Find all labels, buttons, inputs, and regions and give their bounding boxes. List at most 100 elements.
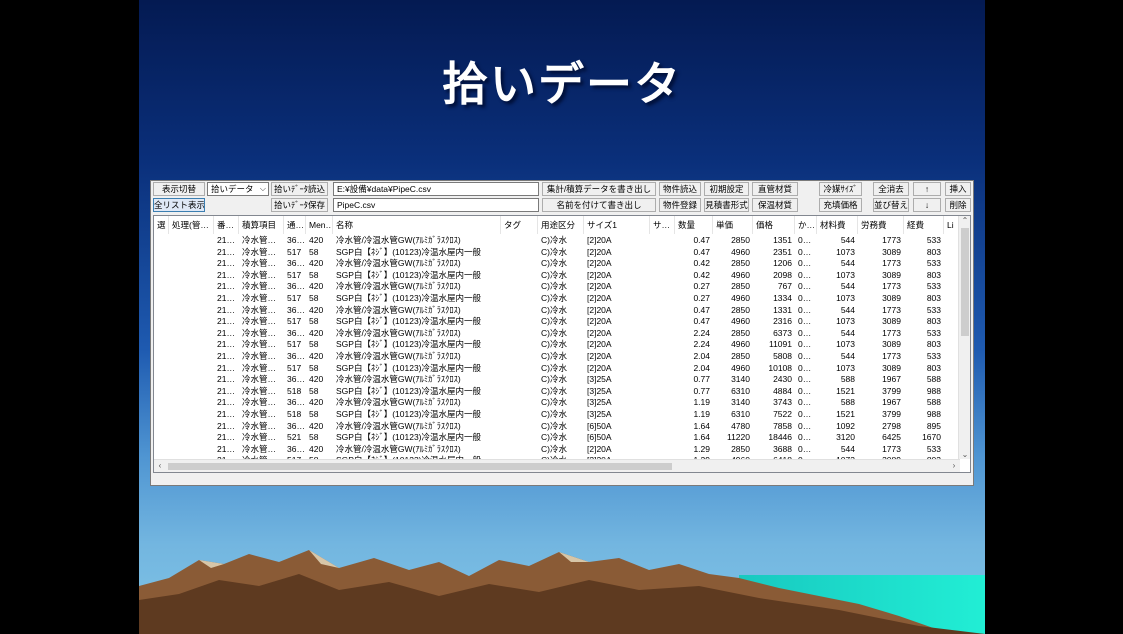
- table-row[interactable]: 21… 冷水管… 36… 420 冷水管/冷温水管GW(ｱﾙﾐｶﾞﾗｽｸﾛｽ) C)冷水 […: [154, 421, 960, 433]
- export-named-button[interactable]: 名前を付けて書き出し: [542, 198, 656, 212]
- column-header-name[interactable]: 名称: [333, 216, 501, 234]
- cell-material-cost: 544: [840, 304, 855, 315]
- table-row[interactable]: 21… 冷水管… 36… 420 冷水管/冷温水管GW(ｱﾙﾐｶﾞﾗｽｸﾛｽ) C)冷水 […: [154, 328, 960, 340]
- estimate-format-button[interactable]: 見積書形式: [704, 198, 749, 212]
- horizontal-scroll-thumb[interactable]: [168, 463, 672, 470]
- scroll-down-icon[interactable]: ⌄: [959, 450, 970, 459]
- grid-header: 選処理(管… 番… 積算項目 通… Men… 名称 タグ 用途区分 サイズ1 サ… 数量 単価 価格 か……: [154, 216, 960, 234]
- cell-ka: 0…: [798, 281, 812, 292]
- table-row[interactable]: 21… 冷水管… 518 58 SGP白【ﾈｼﾞ】(10123)冷温水屋内一般 C)冷水 […: [154, 386, 960, 398]
- column-header-men[interactable]: Men…: [306, 216, 333, 234]
- cell-number: 21…: [217, 409, 235, 419]
- cell-name: SGP白【ﾈｼﾞ】(10123)冷温水屋内一般: [336, 293, 481, 303]
- cell-number: 21…: [217, 235, 235, 245]
- cell-unit-price: 4960: [731, 316, 750, 327]
- cell-pass: 517: [287, 246, 302, 257]
- column-header-size1[interactable]: サイズ1: [584, 216, 650, 234]
- cell-pass: 521: [287, 432, 302, 443]
- cell-price: 4884: [773, 385, 792, 396]
- cell-men: 58: [309, 339, 319, 350]
- scroll-up-icon[interactable]: ⌃: [959, 216, 970, 225]
- table-row[interactable]: 21… 冷水管… 517 58 SGP白【ﾈｼﾞ】(10123)冷温水屋内一般 C)冷水 […: [154, 247, 960, 259]
- view-select[interactable]: 拾いデータ ⌵: [207, 182, 269, 196]
- table-row[interactable]: 21… 冷水管… 517 58 SGP白【ﾈｼﾞ】(10123)冷温水屋内一般 C)冷水 […: [154, 293, 960, 305]
- column-header-ka[interactable]: か…: [795, 216, 817, 234]
- scroll-right-icon[interactable]: ›: [948, 461, 960, 470]
- save-data-button[interactable]: 拾いﾃﾞｰﾀ保存: [271, 198, 328, 212]
- cell-material-cost: 1073: [836, 293, 855, 303]
- table-row[interactable]: 21… 冷水管… 517 58 SGP白【ﾈｼﾞ】(10123)冷温水屋内一般 C)冷水 […: [154, 316, 960, 328]
- cell-name: 冷水管/冷温水管GW(ｱﾙﾐｶﾞﾗｽｸﾛｽ): [336, 443, 461, 454]
- cell-size1: [2]20A: [587, 269, 612, 280]
- table-row[interactable]: 21… 冷水管… 36… 420 冷水管/冷温水管GW(ｱﾙﾐｶﾞﾗｽｸﾛｽ) C)冷水 […: [154, 235, 960, 247]
- column-header-select[interactable]: 選: [154, 216, 169, 234]
- table-row[interactable]: 21… 冷水管… 36… 420 冷水管/冷温水管GW(ｱﾙﾐｶﾞﾗｽｸﾛｽ) C)冷水 […: [154, 351, 960, 363]
- table-row[interactable]: 21… 冷水管… 518 58 SGP白【ﾈｼﾞ】(10123)冷温水屋内一般 C)冷水 […: [154, 409, 960, 421]
- cell-usage: C)冷水: [541, 420, 567, 431]
- cell-ka: 0…: [798, 385, 812, 396]
- chevron-down-icon[interactable]: ⌵: [260, 183, 266, 195]
- column-header-material-cost[interactable]: 材料費: [817, 216, 858, 234]
- column-header-labor-cost[interactable]: 労務費: [858, 216, 904, 234]
- column-header-tag[interactable]: タグ: [501, 216, 538, 234]
- table-row[interactable]: 21… 冷水管… 36… 420 冷水管/冷温水管GW(ｱﾙﾐｶﾞﾗｽｸﾛｽ) C)冷水 […: [154, 444, 960, 456]
- table-row[interactable]: 21… 冷水管… 36… 420 冷水管/冷温水管GW(ｱﾙﾐｶﾞﾗｽｸﾛｽ) C)冷水 […: [154, 305, 960, 317]
- insert-button[interactable]: 挿入: [945, 182, 971, 196]
- table-row[interactable]: 21… 冷水管… 517 58 SGP白【ﾈｼﾞ】(10123)冷温水屋内一般 C)冷水 […: [154, 339, 960, 351]
- insulation-material-button[interactable]: 保温材質: [752, 198, 798, 212]
- clear-all-button[interactable]: 全消去: [873, 182, 909, 196]
- cell-unit-price: 2850: [731, 281, 750, 292]
- cell-unit-price: 2850: [731, 351, 750, 361]
- column-header-size2[interactable]: サ…: [650, 216, 675, 234]
- vertical-scrollbar[interactable]: ⌃ ⌄: [958, 216, 970, 459]
- column-header-pass[interactable]: 通…: [284, 216, 306, 234]
- cell-unit-price: 4960: [731, 246, 750, 257]
- table-row[interactable]: 21… 冷水管… 521 58 SGP白【ﾈｼﾞ】(10123)冷温水屋内一般 C)冷水 […: [154, 432, 960, 444]
- cell-number: 21…: [217, 316, 235, 327]
- file-name-field[interactable]: PipeC.csv: [333, 198, 539, 212]
- table-row[interactable]: 21… 冷水管… 517 58 SGP白【ﾈｼﾞ】(10123)冷温水屋内一般 C)冷水 […: [154, 270, 960, 282]
- column-header-unit-price[interactable]: 単価: [713, 216, 753, 234]
- column-header-quantity[interactable]: 数量: [675, 216, 713, 234]
- export-totals-button[interactable]: 集計/積算データを書き出し: [542, 182, 656, 196]
- horizontal-scrollbar[interactable]: ‹ ›: [154, 459, 960, 472]
- column-header-usage[interactable]: 用途区分: [538, 216, 584, 234]
- scroll-left-icon[interactable]: ‹: [154, 461, 166, 470]
- column-header-process[interactable]: 処理(管…: [169, 216, 214, 234]
- table-row[interactable]: 21… 冷水管… 36… 420 冷水管/冷温水管GW(ｱﾙﾐｶﾞﾗｽｸﾛｽ) C)冷水 […: [154, 258, 960, 270]
- cell-expense: 533: [926, 443, 941, 454]
- load-data-button[interactable]: 拾いﾃﾞｰﾀ読込: [271, 182, 328, 196]
- vertical-scroll-thumb[interactable]: [961, 228, 969, 336]
- view-select-value: 拾いデータ: [211, 184, 254, 194]
- cell-labor-cost: 3799: [882, 409, 901, 419]
- table-row[interactable]: 21… 冷水管… 36… 420 冷水管/冷温水管GW(ｱﾙﾐｶﾞﾗｽｸﾛｽ) C)冷水 […: [154, 397, 960, 409]
- table-row[interactable]: 21… 冷水管… 517 58 SGP白【ﾈｼﾞ】(10123)冷温水屋内一般 C)冷水 […: [154, 363, 960, 375]
- cell-name: 冷水管/冷温水管GW(ｱﾙﾐｶﾞﾗｽｸﾛｽ): [336, 327, 461, 338]
- grid-body[interactable]: 21… 冷水管… 36… 420 冷水管/冷温水管GW(ｱﾙﾐｶﾞﾗｽｸﾛｽ) C)冷水 […: [154, 235, 960, 459]
- table-row[interactable]: 21… 冷水管… 36… 420 冷水管/冷温水管GW(ｱﾙﾐｶﾞﾗｽｸﾛｽ) C)冷水 […: [154, 281, 960, 293]
- sort-button[interactable]: 並び替え: [873, 198, 909, 212]
- move-up-button[interactable]: ↑: [913, 182, 941, 196]
- full-list-button[interactable]: 全リスト表示: [153, 198, 205, 212]
- data-grid[interactable]: 選処理(管… 番… 積算項目 通… Men… 名称 タグ 用途区分 サイズ1 サ… 数量 単価 価格 か……: [153, 215, 971, 473]
- table-row[interactable]: 21… 冷水管… 36… 420 冷水管/冷温水管GW(ｱﾙﾐｶﾞﾗｽｸﾛｽ) C)冷水 […: [154, 374, 960, 386]
- cell-expense: 803: [926, 246, 941, 257]
- column-header-expense[interactable]: 経費: [904, 216, 944, 234]
- register-item-button[interactable]: 物件登録: [659, 198, 701, 212]
- refrigerant-size-button[interactable]: 冷媒ｻｲｽﾞ: [819, 182, 862, 196]
- path-field[interactable]: E:¥設備¥data¥PipeC.csv: [333, 182, 539, 196]
- cell-expense: 533: [926, 281, 941, 292]
- column-header-estimate-item[interactable]: 積算項目: [239, 216, 284, 234]
- move-down-button[interactable]: ↓: [913, 198, 941, 212]
- delete-button[interactable]: 削除: [945, 198, 971, 212]
- display-toggle-button[interactable]: 表示切替: [153, 182, 205, 196]
- pipe-material-button[interactable]: 直管材質: [752, 182, 798, 196]
- column-header-number[interactable]: 番…: [214, 216, 239, 234]
- load-items-button[interactable]: 物件読込: [659, 182, 701, 196]
- fill-price-button[interactable]: 充填価格: [819, 198, 862, 212]
- cell-size1: [3]25A: [587, 409, 612, 419]
- cell-labor-cost: 1773: [882, 443, 901, 454]
- cell-unit-price: 4960: [731, 339, 750, 350]
- initial-settings-button[interactable]: 初期設定: [704, 182, 749, 196]
- column-header-price[interactable]: 価格: [753, 216, 795, 234]
